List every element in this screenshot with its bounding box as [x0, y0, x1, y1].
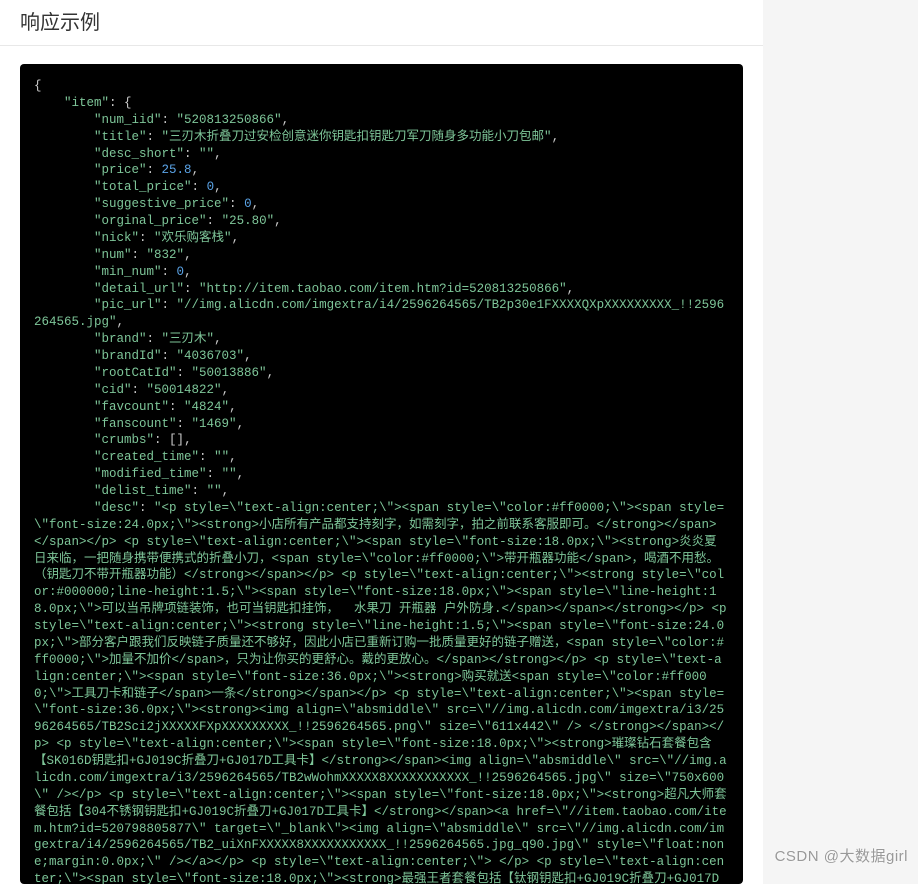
sidebar-empty	[763, 0, 918, 884]
watermark: CSDN @大数据girl	[775, 845, 908, 866]
code-block: { "item": { "num_iid": "520813250866", "…	[20, 64, 743, 884]
section-title: 响应示例	[0, 0, 763, 46]
